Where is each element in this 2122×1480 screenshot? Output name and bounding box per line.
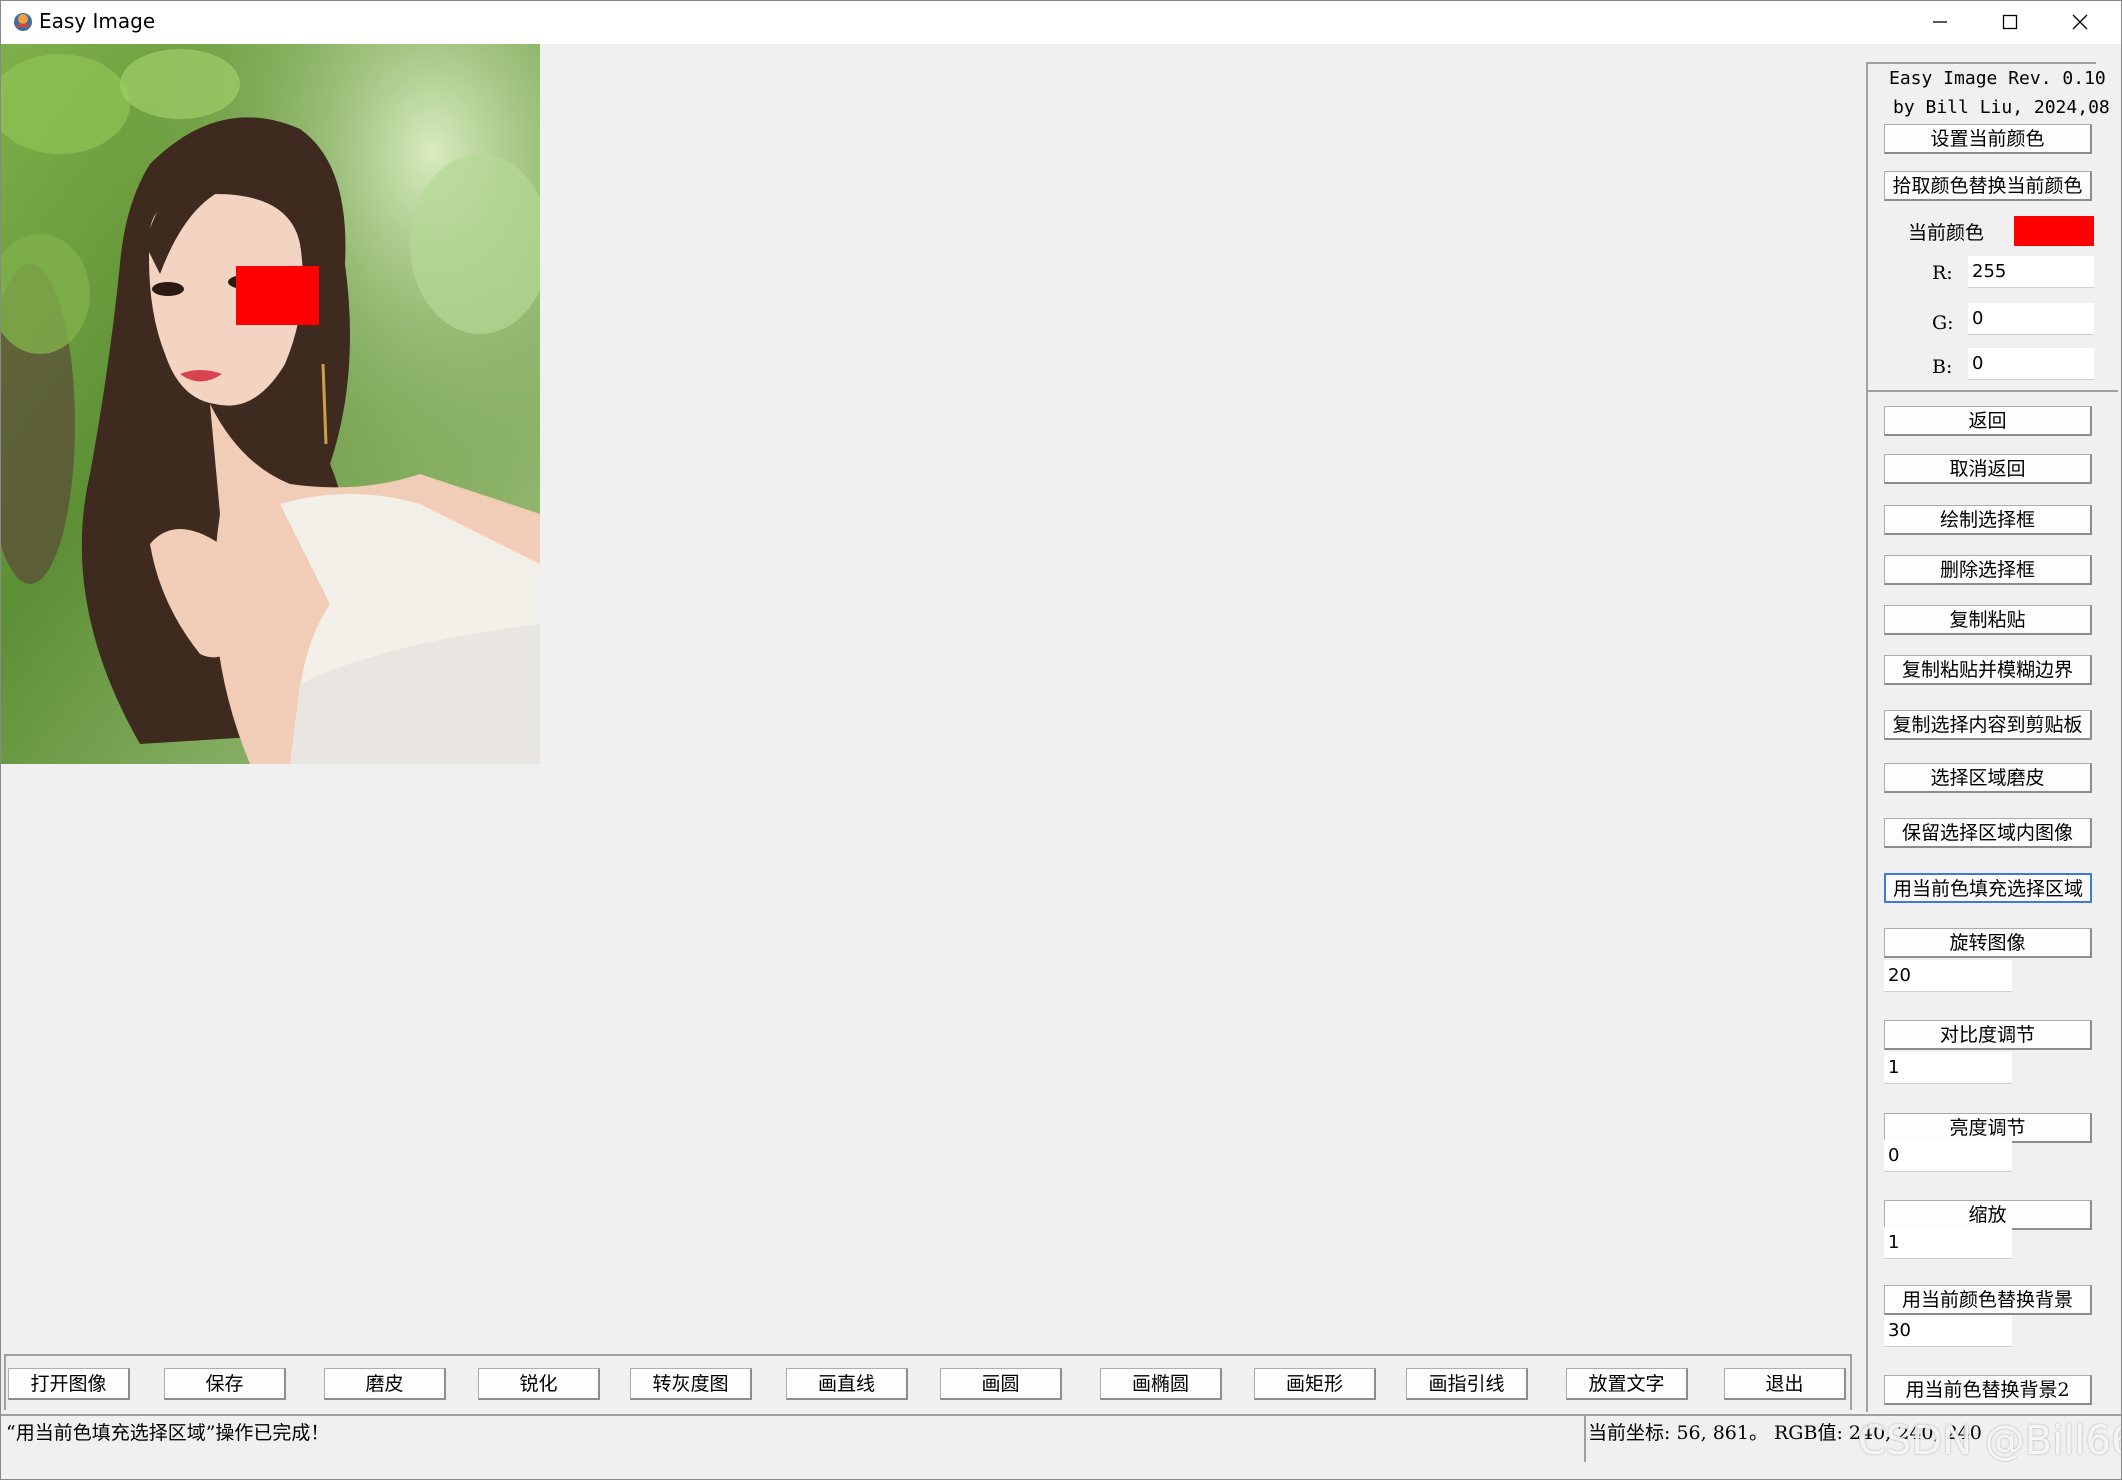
status-message: “用当前色填充选择区域”操作已完成！ [6,1422,330,1444]
rotate-button[interactable]: 旋转图像 [1884,928,2092,958]
pick-color-button[interactable]: 拾取颜色替换当前颜色 [1884,171,2092,201]
maximize-icon [2002,14,2018,30]
draw-line-button[interactable]: 画直线 [786,1368,908,1400]
close-button[interactable] [2045,0,2115,44]
current-color-label: 当前颜色 [1908,222,1985,244]
current-color-swatch [2014,216,2094,246]
contrast-button[interactable]: 对比度调节 [1884,1020,2092,1050]
replace-bg-button[interactable]: 用当前颜色替换背景 [1884,1285,2092,1315]
window-title: Easy Image [39,9,156,33]
portrait-photo [0,44,540,764]
close-icon [2072,14,2088,30]
replace-bg2-button[interactable]: 用当前色替换背景2 [1884,1375,2092,1405]
open-image-button[interactable]: 打开图像 [8,1368,130,1400]
place-text-button[interactable]: 放置文字 [1566,1368,1688,1400]
draw-selection-button[interactable]: 绘制选择框 [1884,505,2092,535]
copy-to-clipboard-button[interactable]: 复制选择内容到剪贴板 [1884,710,2092,740]
draw-circle-button[interactable]: 画圆 [940,1368,1062,1400]
undo-button[interactable]: 返回 [1884,406,2092,436]
zoom-button[interactable]: 缩放 [1884,1200,2092,1230]
b-label: B: [1932,356,1953,378]
minimize-button[interactable] [1905,0,1975,44]
filled-selection-rect [236,266,319,325]
b-value-input[interactable] [1968,348,2094,380]
set-color-button[interactable]: 设置当前颜色 [1884,124,2092,154]
replace-bg-tolerance-input[interactable] [1884,1315,2012,1347]
image-canvas[interactable] [0,44,1860,1352]
rotate-angle-input[interactable] [1884,960,2012,992]
maximize-button[interactable] [1975,0,2045,44]
draw-rectangle-button[interactable]: 画矩形 [1254,1368,1376,1400]
copy-paste-button[interactable]: 复制粘贴 [1884,605,2092,635]
watermark-text: CSDN @Bill66 [1858,1418,2122,1464]
r-value-input[interactable] [1968,256,2094,288]
r-label: R: [1932,262,1953,284]
save-button[interactable]: 保存 [164,1368,286,1400]
grayscale-button[interactable]: 转灰度图 [630,1368,752,1400]
g-label: G: [1932,312,1954,334]
brightness-input[interactable] [1884,1140,2012,1172]
g-value-input[interactable] [1968,303,2094,335]
smooth-skin-button[interactable]: 磨皮 [324,1368,446,1400]
contrast-input[interactable] [1884,1052,2012,1084]
panel-divider [1868,390,2118,392]
app-author-text: by Bill Liu, 2024,08 [1893,97,2110,118]
copy-paste-blur-button[interactable]: 复制粘贴并模糊边界 [1884,655,2092,685]
selection-smooth-button[interactable]: 选择区域磨皮 [1884,763,2092,793]
keep-selection-button[interactable]: 保留选择区域内图像 [1884,818,2092,848]
minimize-icon [1933,21,1947,23]
app-window: Easy Image Easy Image Rev. 0.10 by Bill … [0,0,2122,1480]
redo-button[interactable]: 取消返回 [1884,454,2092,484]
fill-selection-button[interactable]: 用当前色填充选择区域 [1884,873,2092,903]
app-version-text: Easy Image Rev. 0.10 [1889,68,2106,89]
exit-button[interactable]: 退出 [1724,1368,1846,1400]
draw-ellipse-button[interactable]: 画椭圆 [1100,1368,1222,1400]
status-divider [1584,1416,1586,1462]
brightness-button[interactable]: 亮度调节 [1884,1113,2092,1143]
title-bar: Easy Image [0,0,2122,44]
sharpen-button[interactable]: 锐化 [478,1368,600,1400]
draw-leader-line-button[interactable]: 画指引线 [1406,1368,1528,1400]
delete-selection-button[interactable]: 删除选择框 [1884,555,2092,585]
zoom-input[interactable] [1884,1227,2012,1259]
app-logo-icon [14,13,32,31]
